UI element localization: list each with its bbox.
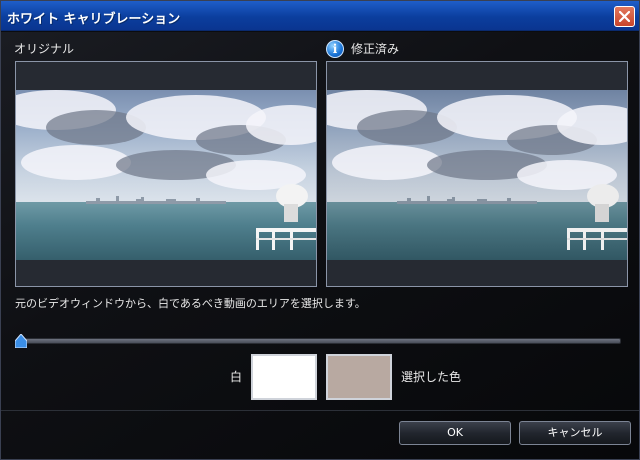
letterbox-top — [16, 62, 316, 90]
info-icon: i — [326, 40, 344, 58]
letterbox-top — [327, 62, 627, 90]
video-position-slider[interactable] — [17, 338, 621, 344]
dialog-client-area: オリジナル i 修正済み 元のビデオウィンドウから、白であるべき動画のエリアを選… — [1, 32, 639, 459]
corrected-video-frame — [327, 90, 627, 260]
selected-color-label: 選択した色 — [401, 370, 462, 384]
white-label: 白 — [230, 370, 243, 384]
dialog-title: ホワイト キャリブレーション — [7, 12, 181, 27]
original-video-frame[interactable] — [16, 90, 316, 260]
white-color-swatch — [251, 354, 317, 400]
letterbox-bottom — [16, 260, 316, 286]
cancel-button[interactable]: キャンセル — [519, 421, 631, 445]
letterbox-bottom — [327, 260, 627, 286]
instruction-text: 元のビデオウィンドウから、白であるべき動画のエリアを選択します。 — [15, 297, 366, 310]
close-button[interactable] — [614, 6, 635, 27]
slider-thumb[interactable] — [15, 334, 27, 348]
corrected-video-window — [326, 61, 628, 287]
ok-button[interactable]: OK — [399, 421, 511, 445]
title-bar[interactable]: ホワイト キャリブレーション — [1, 1, 639, 31]
white-calibration-dialog: ホワイト キャリブレーション オリジナル i 修正済み 元のビデオウィンドウから… — [0, 0, 640, 460]
footer-divider — [1, 410, 639, 411]
corrected-pane-label: 修正済み — [351, 42, 400, 56]
original-pane-label: オリジナル — [14, 42, 75, 56]
close-icon — [619, 11, 630, 22]
original-video-window[interactable] — [15, 61, 317, 287]
selected-color-swatch — [326, 354, 392, 400]
